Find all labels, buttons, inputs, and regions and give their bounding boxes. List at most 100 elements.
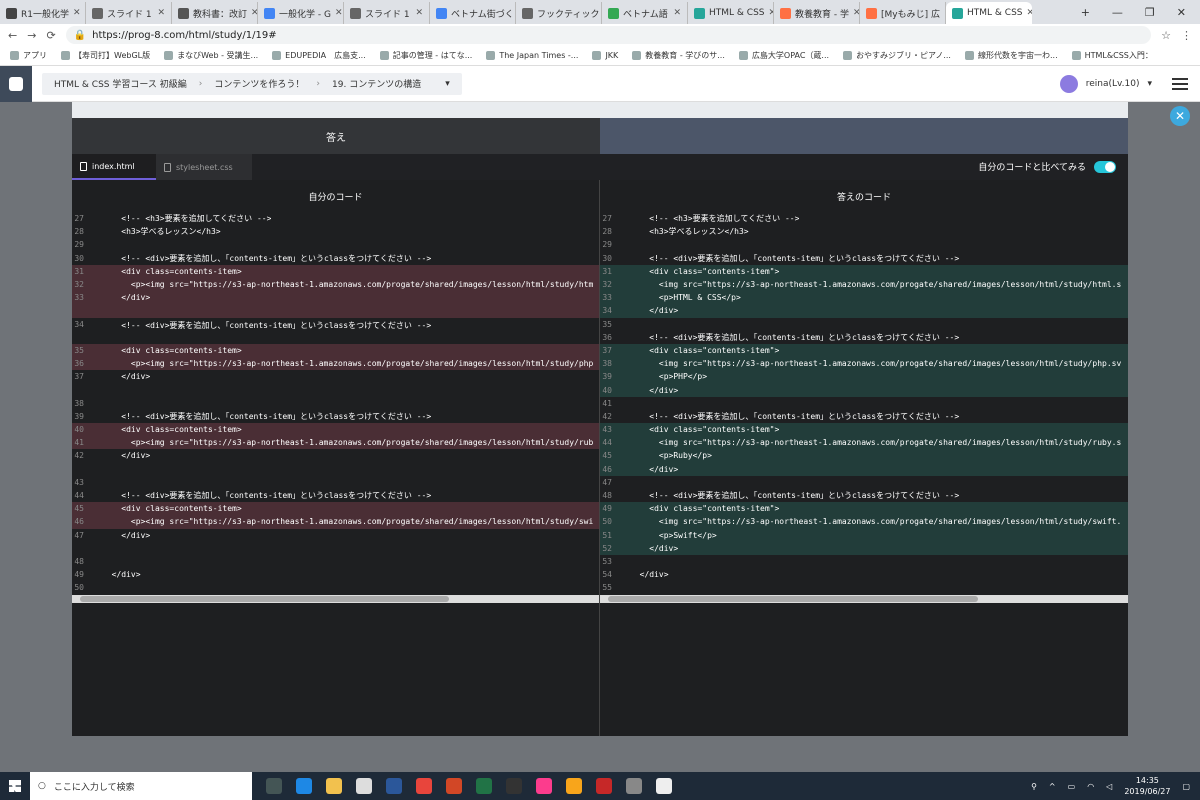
bookmark-item[interactable]: 広島大学OPAC（蔵... xyxy=(738,50,829,61)
close-icon[interactable]: ✕ xyxy=(1027,8,1033,18)
volume-icon[interactable]: ◁ xyxy=(1106,782,1112,791)
close-icon[interactable]: ✕ xyxy=(1170,106,1190,126)
progate-logo[interactable] xyxy=(0,66,32,102)
horizontal-scrollbar[interactable] xyxy=(600,595,1128,603)
browser-tab[interactable]: スライド 1 ✕ xyxy=(86,2,172,24)
answer-code-pane[interactable]: 答えのコード 27 <!-- <h3>要素を追加してください --> 28 <h3… xyxy=(600,180,1128,736)
app-icon[interactable] xyxy=(596,778,612,794)
close-icon[interactable]: ✕ xyxy=(853,8,859,18)
app-icon[interactable] xyxy=(656,778,672,794)
browser-tab[interactable]: フックティック✕ xyxy=(516,2,602,24)
line-number: 46 xyxy=(602,464,612,474)
url-field[interactable]: 🔒 https://prog-8.com/html/study/1/19# xyxy=(65,26,1152,44)
browser-tab[interactable]: [Myもみじ] 広✕ xyxy=(860,2,946,24)
back-icon[interactable]: ← xyxy=(8,29,17,42)
tab-index-html[interactable]: index.html xyxy=(72,154,156,180)
browser-tab[interactable]: 教養教育 - 学 ✕ xyxy=(774,2,860,24)
close-icon[interactable]: ✕ xyxy=(673,8,681,18)
crumb-course[interactable]: HTML & CSS 学習コース 初級編 xyxy=(42,77,199,90)
notification-icon[interactable]: ▢ xyxy=(1182,782,1190,791)
edge-icon[interactable] xyxy=(296,778,312,794)
line-number: 50 xyxy=(602,517,612,527)
tab-title: スライド 1 xyxy=(365,9,410,20)
itunes-icon[interactable] xyxy=(536,778,552,794)
browser-tab[interactable]: ベトナム語 ✕ xyxy=(602,2,688,24)
new-tab-icon[interactable]: + xyxy=(1081,6,1090,19)
tab-stylesheet-css[interactable]: stylesheet.css xyxy=(156,154,252,180)
browser-tab[interactable]: スライド 1 ✕ xyxy=(344,2,430,24)
chrome-icon[interactable] xyxy=(416,778,432,794)
code-line: 29 xyxy=(600,238,1128,251)
code-line: 55 xyxy=(600,581,1128,594)
favicon-icon xyxy=(436,7,447,19)
user-menu[interactable]: reina(Lv.10) ▾ xyxy=(1059,74,1188,93)
bookmark-item[interactable]: おやすみジブリ・ピアノ... xyxy=(843,50,951,61)
close-icon[interactable]: ✕ xyxy=(415,8,423,18)
bookmark-item[interactable]: JKK xyxy=(592,51,618,60)
menu-dots-icon[interactable]: ⋮ xyxy=(1181,29,1192,42)
excel-icon[interactable] xyxy=(476,778,492,794)
crumb-chapter[interactable]: コンテンツを作ろう！ xyxy=(202,77,316,90)
chevron-up-icon[interactable]: ^ xyxy=(1049,782,1056,791)
code-editor[interactable]: 27 <!-- <h3>要素を追加してください --> 28 <h3>学べるレッス… xyxy=(600,212,1128,594)
app-icon[interactable] xyxy=(506,778,522,794)
person-icon[interactable]: ⚲ xyxy=(1031,782,1037,791)
close-icon[interactable]: ✕ xyxy=(157,8,165,18)
browser-tab[interactable]: 一般化学 - G ✕ xyxy=(258,2,344,24)
taskbar-search[interactable]: ○ ここに入力して検索 xyxy=(30,772,252,800)
bookmark-item[interactable]: The Japan Times -... xyxy=(486,51,578,60)
tab-blank[interactable] xyxy=(600,118,1128,154)
windows-start-icon[interactable] xyxy=(0,772,30,800)
browser-tab[interactable]: R1一般化学 ✕ xyxy=(0,2,86,24)
my-code-pane[interactable]: 自分のコード 27 <!-- <h3>要素を追加してください --> 28 <h3… xyxy=(72,180,600,736)
tab-answer[interactable]: 答え xyxy=(72,118,600,154)
maximize-icon[interactable]: ❐ xyxy=(1145,6,1155,19)
wifi-icon[interactable]: ◠ xyxy=(1087,782,1094,791)
clock[interactable]: 14:35 2019/06/27 xyxy=(1124,775,1170,797)
bookmark-item[interactable]: HTML&CSS入門： xyxy=(1071,50,1153,61)
browser-tab[interactable]: 教科書：改訂 ✕ xyxy=(172,2,258,24)
mail-icon[interactable] xyxy=(356,778,372,794)
code-editor[interactable]: 27 <!-- <h3>要素を追加してください --> 28 <h3>学べるレッス… xyxy=(72,212,599,595)
line-text: <p>PHP</p> xyxy=(630,372,708,382)
browser-tab[interactable]: HTML & CSS✕ xyxy=(688,2,774,24)
task-view-icon[interactable] xyxy=(266,778,282,794)
bookmark-item[interactable]: 記事の管理 - はてな... xyxy=(379,50,472,61)
forward-icon[interactable]: → xyxy=(27,29,36,42)
explorer-icon[interactable] xyxy=(326,778,342,794)
bookmark-label: JKK xyxy=(605,51,619,60)
sublime-icon[interactable] xyxy=(566,778,582,794)
star-icon[interactable]: ☆ xyxy=(1161,29,1171,42)
browser-tab[interactable]: ベトナム街づく✕ xyxy=(430,2,516,24)
close-window-icon[interactable]: ✕ xyxy=(1177,6,1186,19)
crumb-lesson[interactable]: 19. コンテンツの構造 xyxy=(320,77,433,90)
bookmark-item[interactable]: 教養教育 - 学びのサ... xyxy=(632,50,725,61)
compare-toggle[interactable] xyxy=(1094,160,1116,173)
bookmark-icon xyxy=(272,51,282,60)
powerpoint-icon[interactable] xyxy=(446,778,462,794)
bookmark-item[interactable]: 【寿司打】WebGL版 xyxy=(61,50,150,61)
battery-icon[interactable]: ▭ xyxy=(1068,782,1076,791)
favicon-icon xyxy=(264,7,275,19)
line-number: 31 xyxy=(602,266,612,276)
line-number: 49 xyxy=(602,504,612,514)
minimize-icon[interactable]: — xyxy=(1112,6,1123,19)
reload-icon[interactable]: ⟳ xyxy=(46,29,55,42)
hamburger-icon[interactable] xyxy=(1172,77,1188,90)
app-icon[interactable] xyxy=(626,778,642,794)
close-icon[interactable]: ✕ xyxy=(73,8,81,18)
chevron-down-icon[interactable]: ▾ xyxy=(433,79,462,89)
bookmark-icon xyxy=(964,51,974,60)
horizontal-scrollbar[interactable] xyxy=(72,595,599,603)
line-number: 36 xyxy=(602,332,612,342)
close-icon[interactable]: ✕ xyxy=(335,8,343,18)
bookmark-item[interactable]: EDUPEDIA 広島支... xyxy=(272,50,366,61)
bookmark-item[interactable]: まなびWeb - 受講生... xyxy=(164,50,258,61)
close-icon[interactable]: ✕ xyxy=(251,8,257,18)
line-text: <div class=contents-item> xyxy=(102,504,242,514)
bookmark-item[interactable]: アプリ xyxy=(10,50,47,61)
bookmark-label: The Japan Times -... xyxy=(499,51,579,60)
word-icon[interactable] xyxy=(386,778,402,794)
browser-tab[interactable]: HTML & CSS✕ xyxy=(946,2,1032,24)
bookmark-item[interactable]: 線形代数を宇宙一わ... xyxy=(964,50,1058,61)
